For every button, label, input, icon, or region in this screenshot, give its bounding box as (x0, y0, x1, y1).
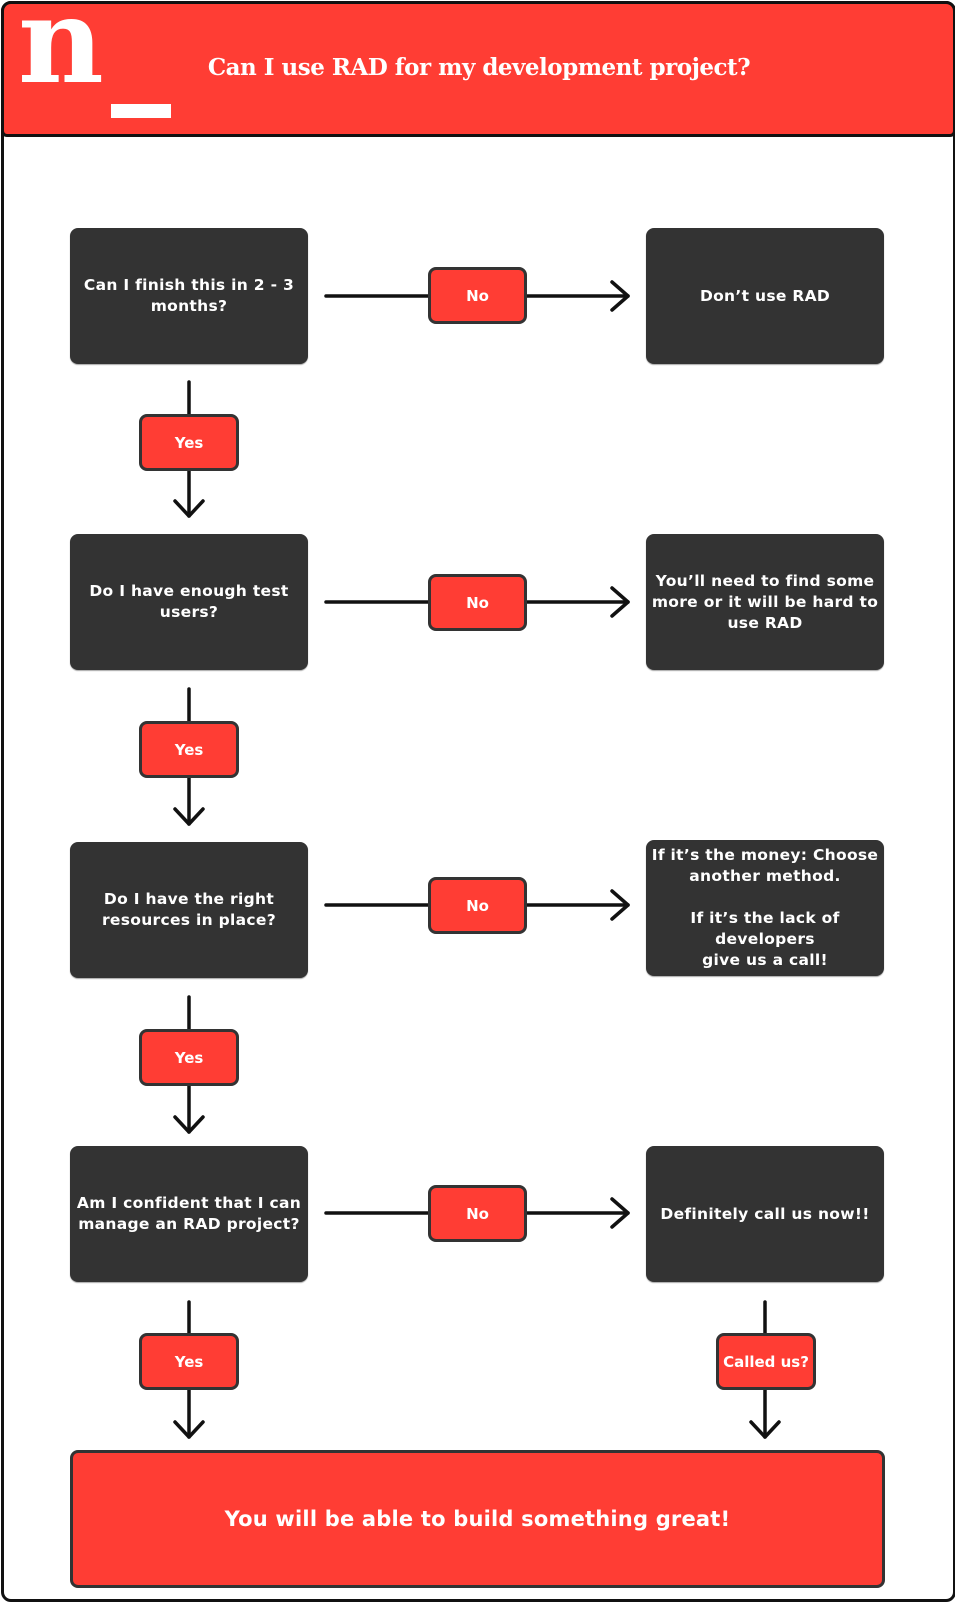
question-box-3: Do I have the right resources in place? (70, 842, 308, 978)
header-banner: n Can I use RAD for my development proje… (1, 0, 955, 137)
no-label-1: No (428, 267, 527, 324)
final-outcome-box: You will be able to build something grea… (70, 1450, 885, 1588)
question-box-4: Am I confident that I can manage an RAD … (70, 1146, 308, 1282)
outcome-box-1: Don’t use RAD (646, 228, 884, 364)
outcome-box-2: You’ll need to find some more or it will… (646, 534, 884, 670)
outcome-box-4: Definitely call us now!! (646, 1146, 884, 1282)
question-box-2: Do I have enough test users? (70, 534, 308, 670)
yes-label-4: Yes (139, 1333, 239, 1390)
yes-label-1: Yes (139, 414, 239, 471)
no-label-3: No (428, 877, 527, 934)
yes-label-2: Yes (139, 721, 239, 778)
yes-label-3: Yes (139, 1029, 239, 1086)
outcome-box-3: If it’s the money: Choose another method… (646, 840, 884, 976)
question-box-1: Can I finish this in 2 - 3 months? (70, 228, 308, 364)
called-us-label: Called us? (716, 1333, 816, 1390)
brand-logo-underscore (111, 104, 171, 118)
no-label-4: No (428, 1185, 527, 1242)
page-title: Can I use RAD for my development project… (207, 54, 751, 81)
brand-logo: n (18, 0, 104, 110)
no-label-2: No (428, 574, 527, 631)
